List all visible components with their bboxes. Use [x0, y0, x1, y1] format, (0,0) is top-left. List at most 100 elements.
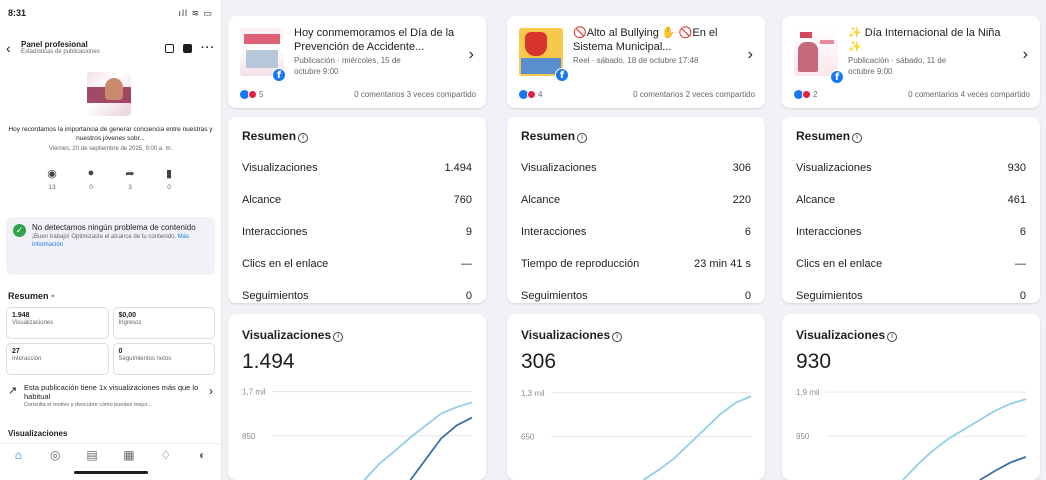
views-total: 306 [521, 350, 557, 373]
views-line-chart: 1,9 mil 950 [796, 388, 1027, 480]
notice-title: No detectamos ningún problema de conteni… [32, 223, 196, 232]
summary-title: Resumen [796, 129, 851, 143]
info-icon[interactable]: i [298, 133, 309, 143]
post-caption: Hoy recordamos la importancia de generar… [8, 126, 213, 142]
summary-card[interactable]: $0,00 Ingresos [112, 307, 215, 339]
post-thumbnail[interactable] [87, 72, 131, 116]
metric-label: Seguimientos [521, 290, 588, 302]
chevron-right-icon[interactable]: › [1023, 46, 1028, 64]
post-card[interactable]: f ✨ Día Internacional de la Niña ✨ Publica… [782, 16, 1040, 108]
metric-label: Interacciones [521, 226, 587, 238]
metric-value: 0 [1019, 290, 1026, 302]
post-engagement: 2 0 comentarios 4 veces compartido [794, 88, 1030, 100]
nav-home-icon[interactable]: ⌂ [10, 448, 26, 462]
gallery-icon[interactable] [165, 43, 174, 53]
views-line-chart: 1,7 mil 850 [242, 388, 473, 480]
summary-card[interactable]: 0 Seguimientos netos [112, 343, 215, 375]
metric-value: 23 min 41 s [694, 258, 751, 270]
metrics-list: Visualizaciones 306 Alcance 220 Interaccione… [521, 152, 751, 303]
metric-row: Alcance 760 [242, 184, 472, 216]
metric-row: Interacciones 9 [242, 216, 472, 248]
header-titles: Panel profesional Estadísticas de public… [21, 40, 165, 56]
trend-up-icon: ↗ [8, 385, 18, 397]
summary-card: Resumen i Visualizaciones 930 Alcance 461 Inte… [782, 117, 1040, 303]
metric-label: Visualizaciones [242, 162, 318, 174]
engagement-counts: 0 comentarios 3 veces compartido [354, 90, 476, 99]
comment-count: 0 comentarios [354, 89, 405, 99]
views-card: Visualizaciones i 306 1,3 mil 650 [507, 314, 765, 480]
info-icon[interactable]: i [612, 332, 623, 342]
summary-label: Interacción [12, 356, 42, 362]
post-meta: Publicación · sábado, 11 de [848, 55, 947, 65]
reaction-count: 2 [813, 89, 818, 99]
more-options-icon[interactable]: ··· [201, 42, 215, 54]
nav-earnings-icon[interactable]: ◎ [47, 448, 63, 462]
share-count: 2 veces compartido [685, 89, 755, 99]
comment-icon: ● [87, 167, 95, 179]
metric-label: Clics en el enlace [242, 258, 329, 270]
love-icon [802, 89, 811, 99]
post-thumbnail[interactable] [794, 28, 838, 76]
post-text: 🚫Alto al Bullying ✋ 🚫En el Sistema Munic… [573, 27, 735, 67]
summary-card[interactable]: 1.948 Visualizaciones [6, 307, 109, 339]
nav-notifications-icon[interactable]: ♢ [158, 448, 174, 462]
chevron-right-icon[interactable]: › [748, 46, 753, 64]
post-stat-value: 3 [128, 184, 132, 191]
post-engagement: 5 0 comentarios 3 veces compartido [240, 88, 476, 100]
y-tick-label: 1,9 mil [796, 388, 820, 397]
facebook-icon: f [555, 68, 569, 82]
metrics-list: Visualizaciones 1.494 Alcance 760 Interaccio… [242, 152, 472, 303]
metric-row: Alcance 461 [796, 184, 1026, 216]
metric-row: Visualizaciones 1.494 [242, 152, 472, 184]
eye-icon: ◉ [47, 168, 57, 180]
content-status-notice: ✓ No detectamos ningún problema de conte… [6, 217, 215, 275]
metric-label: Visualizaciones [796, 162, 872, 174]
header-subtitle: Estadísticas de publicaciones [21, 49, 100, 56]
summary-heading: Resumen i [521, 129, 588, 143]
summary-label: Ingresos [118, 320, 142, 326]
header-actions: ··· [165, 42, 215, 54]
post-stat-value: 0 [89, 184, 93, 191]
engagement-counts: 0 comentarios 2 veces compartido [633, 90, 755, 99]
info-icon[interactable]: i [333, 332, 344, 342]
metric-value: 9 [465, 226, 472, 238]
metric-value: 306 [732, 162, 751, 174]
views-heading: Visualizaciones i [521, 328, 623, 342]
info-icon[interactable]: i [852, 133, 863, 143]
metric-label: Clics en el enlace [796, 258, 883, 270]
post-engagement: 4 0 comentarios 2 veces compartido [519, 88, 755, 100]
post-stat-value: 0 [167, 184, 171, 191]
metric-value: 1.494 [444, 162, 472, 174]
metric-label: Alcance [521, 194, 561, 206]
nav-insights-icon[interactable]: ▦ [121, 448, 137, 462]
save-icon[interactable] [183, 43, 192, 53]
back-arrow-icon[interactable]: ‹ [6, 40, 18, 56]
info-icon[interactable]: i [887, 332, 898, 342]
post-card[interactable]: f Hoy conmemoramos el Día de la Prevenció… [228, 16, 486, 108]
nav-profile-icon[interactable]: ◐ [195, 448, 211, 462]
post-card[interactable]: f 🚫Alto al Bullying ✋ 🚫En el Sistema Muni… [507, 16, 765, 108]
info-icon[interactable]: i [577, 133, 588, 143]
info-icon[interactable]: ● [51, 294, 55, 300]
facebook-icon: f [272, 68, 286, 82]
trend-insight[interactable]: ↗ Esta publicación tiene 1x visualizacio… [8, 383, 213, 414]
metric-row: Clics en el enlace — [796, 248, 1026, 280]
summary-value: 0 [118, 348, 123, 355]
y-tick-label: 1,3 mil [521, 389, 545, 398]
share-count: 4 veces compartido [960, 89, 1030, 99]
reactions: 5 [240, 89, 263, 99]
metric-label: Seguimientos [242, 290, 309, 302]
metric-value: 930 [1007, 162, 1026, 174]
metric-value: — [1015, 258, 1026, 270]
summary-label: Visualizaciones [12, 320, 54, 326]
summary-card[interactable]: 27 Interacción [6, 343, 109, 375]
post-title: Hoy conmemoramos el Día de la Prevención… [294, 27, 455, 53]
y-tick-label: 950 [796, 432, 810, 441]
metric-label: Tiempo de reproducción [521, 258, 640, 270]
summary-title: Resumen [242, 129, 297, 143]
chevron-right-icon[interactable]: › [469, 46, 474, 64]
views-total: 930 [796, 350, 832, 373]
nav-content-icon[interactable]: ▤ [84, 448, 100, 462]
metric-value: 6 [1019, 226, 1026, 238]
metrics-list: Visualizaciones 930 Alcance 461 Interaccione… [796, 152, 1026, 303]
